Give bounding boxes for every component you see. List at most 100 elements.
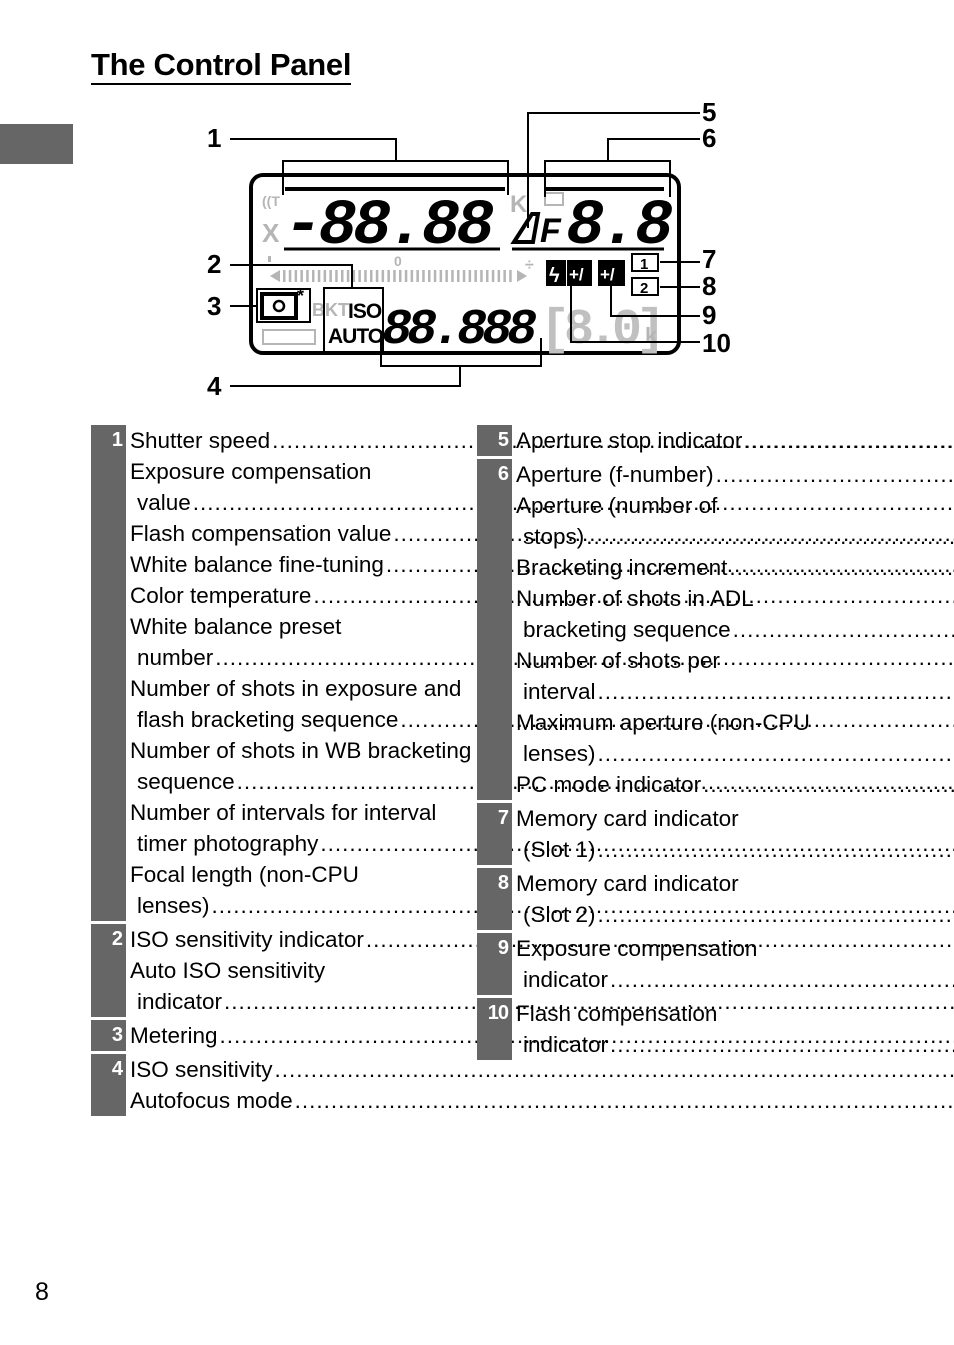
entry-label: (Slot 2) <box>523 902 596 927</box>
entry-label: indicator <box>137 989 223 1014</box>
meter-tick <box>410 270 414 282</box>
meter-tick <box>497 270 501 282</box>
meter-tick <box>404 270 408 282</box>
table-entry: Memory card indicator <box>516 803 954 834</box>
callout-group: 10Flash compensationindicator189 <box>477 998 854 1060</box>
meter-tick <box>283 270 286 282</box>
callout-number-cell: 8 <box>477 868 512 930</box>
callout-group: 9Exposure compensationindicator144 <box>477 933 854 995</box>
callout-number-cell: 5 <box>477 425 512 456</box>
meter-tick <box>312 270 315 282</box>
table-entry: PC mode indicator444 <box>516 769 954 800</box>
meter-tick <box>387 270 390 282</box>
entry-label: Maximum aperture (non-CPU <box>516 710 810 735</box>
entry-list: Aperture (f-number)91, 93 Aperture (numbe… <box>512 459 954 800</box>
meter-tick <box>323 270 327 282</box>
callout-group: 5Aperture stop indicator92, 431 <box>477 425 854 456</box>
meter-tick <box>457 270 460 282</box>
entry-label: Shutter speed <box>130 428 271 453</box>
entry-label: Number of shots per <box>516 648 720 673</box>
table-entry: indicator144 <box>516 964 954 995</box>
meter-tick <box>509 270 512 282</box>
dot-leader <box>703 769 954 800</box>
callout-number-cell: 1 <box>91 425 126 921</box>
meter-tick <box>306 270 309 282</box>
entry-label: indicator <box>523 967 609 992</box>
entry-label: Number of shots in WB bracketing <box>130 738 472 763</box>
callout-6: 6 <box>702 123 716 153</box>
table-entry: Aperture stop indicator92, 431 <box>516 425 954 456</box>
meter-tick <box>370 270 373 282</box>
table-entry: (Slot 2)31, 376 <box>516 899 954 930</box>
entry-label: Memory card indicator <box>516 871 739 896</box>
meter-tick <box>451 270 454 282</box>
meter-zero: 0 <box>394 253 402 269</box>
remote-icon: ((T <box>262 193 280 209</box>
ghost-k-label: k <box>645 323 658 348</box>
callout-number-cell: 7 <box>477 803 512 865</box>
dot-leader <box>598 676 954 707</box>
entry-label: (Slot 1) <box>523 837 596 862</box>
meter-tick <box>381 270 385 282</box>
meter-tick <box>462 270 466 282</box>
entry-list: Exposure compensation indicator144 <box>512 933 954 995</box>
callout-4: 4 <box>207 371 222 401</box>
aperture-f-label: F <box>540 212 562 250</box>
entry-label: PC mode indicator <box>516 772 702 797</box>
entry-list: Memory card indicator (Slot 1)31, 376 <box>512 803 954 865</box>
entry-label: ISO sensitivity indicator <box>130 927 364 952</box>
entry-label: White balance preset <box>130 614 342 639</box>
callout-group: 2ISO sensitivity indicator134Auto ISO se… <box>91 924 468 1017</box>
table-entry: Autofocus mode121 <box>130 1085 954 1116</box>
iso-label: ISO <box>348 300 382 323</box>
flash-icon: ϟ <box>549 265 560 287</box>
table-entry: interval225 <box>516 676 954 707</box>
entry-label: White balance fine-tuning <box>130 552 384 577</box>
entry-label: stops) <box>523 524 585 549</box>
meter-tick <box>288 270 292 282</box>
entry-label: Number of intervals for interval <box>130 800 437 825</box>
meter-tick <box>503 270 506 282</box>
entry-label: lenses) <box>137 893 210 918</box>
entry-label: Aperture stop indicator <box>516 428 743 453</box>
slot2-number: 2 <box>640 280 648 297</box>
dot-leader <box>598 899 954 930</box>
meter-tick <box>393 270 396 282</box>
entry-list: ISO sensitivity134Autofocus mode121 <box>126 1054 954 1116</box>
exp-comp-plus-minus: +/ <box>600 265 615 284</box>
meter-tick <box>439 270 443 282</box>
page-title: The Control Panel <box>91 48 351 85</box>
entry-label: Flash compensation value <box>130 521 392 546</box>
table-entry: Number of shots per <box>516 645 954 676</box>
entry-label: Auto ISO sensitivity <box>130 958 326 983</box>
entry-label: Aperture (number of <box>516 493 718 518</box>
meter-tick <box>468 270 472 282</box>
meter-tick <box>375 270 379 282</box>
callout-group: 3Metering140 <box>91 1020 468 1051</box>
meter-tick <box>317 270 321 282</box>
callout-number-cell: 10 <box>477 998 512 1060</box>
meter-tick <box>480 270 483 282</box>
table-entry: bracketing sequence212 <box>516 614 954 645</box>
callout-number-cell: 6 <box>477 459 512 800</box>
table-entry: Number of shots in ADL <box>516 583 954 614</box>
entry-label: value <box>137 490 191 515</box>
entry-label: ISO sensitivity <box>130 1057 273 1082</box>
entry-label: Metering <box>130 1023 218 1048</box>
callout-1: 1 <box>207 123 221 153</box>
entry-list: Aperture stop indicator92, 431 <box>512 425 954 456</box>
meter-tick <box>422 270 425 282</box>
entry-label: bracketing sequence <box>523 617 731 642</box>
flash-comp-plus-minus: +/ <box>569 265 584 284</box>
dot-leader <box>598 738 954 769</box>
entry-label: Color temperature <box>130 583 312 608</box>
meter-tick <box>329 270 332 282</box>
svg-text:÷: ÷ <box>525 257 534 274</box>
meter-tick <box>433 270 437 282</box>
table-entry: Aperture (number of <box>516 490 954 521</box>
table-entry: Exposure compensation <box>516 933 954 964</box>
callout-3: 3 <box>207 291 221 321</box>
entry-label: interval <box>523 679 596 704</box>
slot1-number: 1 <box>640 256 648 273</box>
callout-2: 2 <box>207 249 221 279</box>
